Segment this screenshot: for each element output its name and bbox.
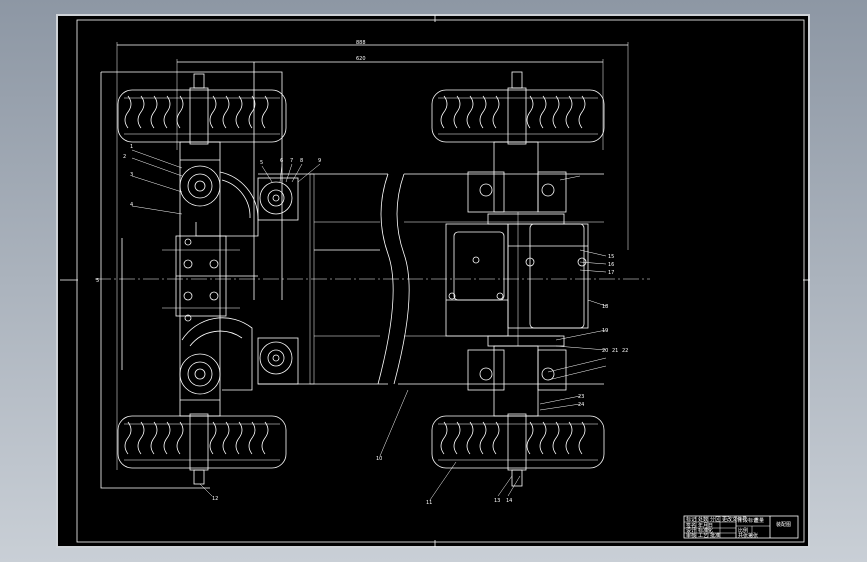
title-block-cell: 重量	[754, 517, 764, 524]
part-label: 6	[280, 158, 283, 164]
drive-sprocket-upper	[257, 177, 299, 221]
dimension-text-overall: 888	[356, 40, 366, 46]
title-block-cell: 处数	[698, 516, 708, 523]
drive-sprocket-lower	[257, 337, 299, 385]
dimension-text-track: 620	[356, 56, 366, 62]
dimension-text-left: 5	[96, 278, 99, 284]
part-label: 12	[212, 496, 218, 502]
part-label: 1	[130, 144, 133, 150]
title-block-cell: 批准	[710, 532, 720, 539]
wheel-bottom-right	[431, 413, 605, 487]
part-label: 16	[608, 262, 614, 268]
title-block-cell: 审核	[686, 532, 696, 539]
part-label: 23	[578, 394, 584, 400]
part-label: 21	[612, 348, 618, 354]
cad-drawing-canvas[interactable]: 888 620 1 2 3 4 5 6 7 8 9 10 11 12 13 14…	[0, 0, 867, 562]
part-label: 20	[602, 348, 608, 354]
part-label: 19	[602, 328, 608, 334]
inner-border-frame	[76, 19, 805, 543]
part-label: 14	[506, 498, 512, 504]
part-label: 24	[578, 402, 584, 408]
part-label: 18	[602, 304, 608, 310]
left-outline	[100, 72, 210, 489]
drawing-title: 装配图	[776, 521, 791, 528]
part-label: 4	[130, 202, 133, 208]
part-label: 7	[290, 158, 293, 164]
part-label: 22	[622, 348, 628, 354]
part-label: 5	[260, 160, 263, 166]
part-label: 17	[608, 270, 614, 276]
part-label: 3	[130, 172, 133, 178]
part-label: 9	[318, 158, 321, 164]
wheel-top-left	[117, 73, 287, 145]
title-block-cell: 分区	[710, 516, 720, 523]
part-label: 15	[608, 254, 614, 260]
part-label: 13	[494, 498, 500, 504]
title-block-cell: 共张第张	[738, 532, 758, 539]
part-label: 2	[123, 154, 126, 160]
part-label: 8	[300, 158, 303, 164]
leader-lines	[131, 149, 607, 501]
part-label: 10	[376, 456, 382, 462]
title-block-cell: 工艺	[698, 533, 708, 539]
title-block-cell: 标记	[686, 516, 696, 523]
wheel-top-right	[431, 71, 605, 145]
wheel-bottom-left	[117, 413, 287, 485]
part-label: 11	[426, 500, 432, 506]
